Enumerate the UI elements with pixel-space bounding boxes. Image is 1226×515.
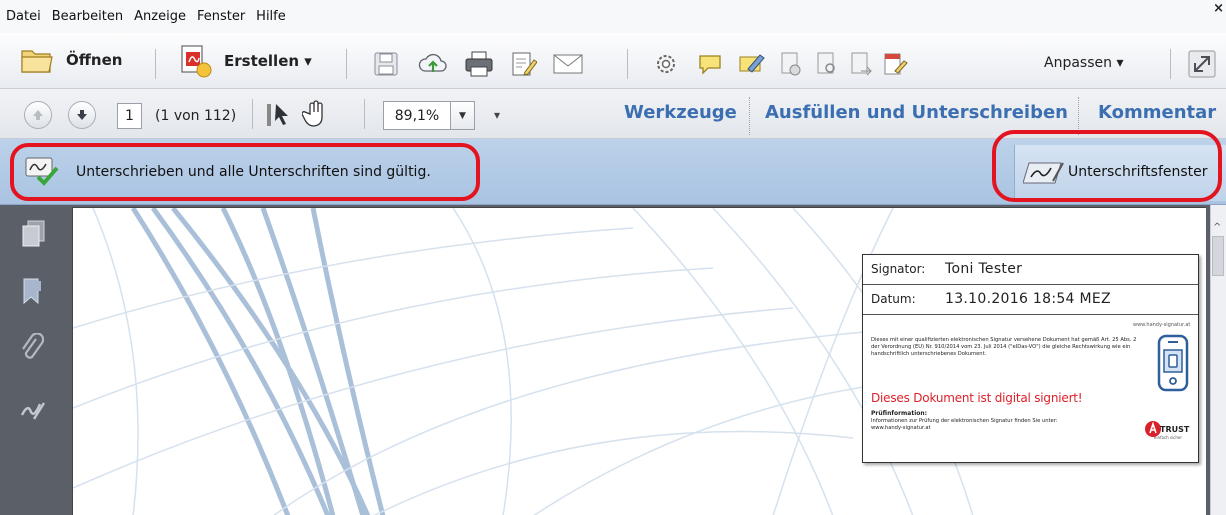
- toolbar-separator: [1170, 49, 1171, 79]
- open-button[interactable]: Öffnen: [20, 45, 122, 75]
- doc-tool-1-button[interactable]: [776, 48, 806, 80]
- print-button[interactable]: [462, 48, 496, 80]
- stamp-legal-text: Dieses mit einer qualifizierten elektron…: [871, 337, 1137, 357]
- hand-icon: [302, 100, 323, 127]
- stamp-signed-notice: Dieses Dokument ist digital signiert!: [871, 391, 1083, 405]
- doc-tool-2-button[interactable]: [812, 48, 842, 80]
- stamp-verification-text: Informationen zur Prüfung der elektronis…: [871, 418, 1058, 431]
- email-button[interactable]: [550, 48, 586, 80]
- customize-button[interactable]: Anpassen ▾: [1044, 55, 1123, 71]
- tab-separator: [749, 97, 750, 135]
- edit-document-icon: [512, 52, 537, 76]
- arrow-up-icon: [33, 110, 43, 120]
- menu-hilfe[interactable]: Hilfe: [256, 9, 286, 24]
- menu-datei[interactable]: Datei: [6, 9, 41, 24]
- highlight-button[interactable]: [736, 48, 768, 80]
- toolbar-separator: [627, 49, 628, 79]
- signatures-button[interactable]: [20, 399, 46, 427]
- stamp-signator-row: Signator: Toni Tester: [863, 255, 1198, 285]
- edit-button[interactable]: [506, 48, 540, 80]
- speech-bubble-icon: [699, 55, 721, 75]
- arrow-down-icon: [77, 110, 87, 120]
- save-button[interactable]: [370, 48, 402, 80]
- comment-button[interactable]: [694, 48, 726, 80]
- doc-tool-3-button[interactable]: [846, 48, 876, 80]
- highlighter-icon: [739, 54, 765, 73]
- menu-bar: Datei Bearbeiten Anzeige Fenster Hilfe ×: [0, 0, 1226, 33]
- stamp-signator-value: Toni Tester: [945, 261, 1023, 277]
- signature-panel-label: Unterschriftsfenster: [1068, 164, 1208, 180]
- tab-werkzeuge[interactable]: Werkzeuge: [624, 102, 737, 123]
- attachments-button[interactable]: [20, 332, 45, 367]
- bookmark-icon: [23, 278, 41, 305]
- tab-separator: [1078, 97, 1079, 135]
- signature-check-icon: [25, 157, 59, 186]
- page-count: (1 von 112): [155, 108, 237, 124]
- cloud-upload-icon: [418, 53, 447, 72]
- document-edit-icon: [884, 53, 908, 75]
- doc-tool-4-button[interactable]: [880, 48, 910, 80]
- document-lock-icon: [781, 52, 801, 76]
- pages-icon: [22, 220, 45, 247]
- toolbar-separator: [252, 99, 253, 129]
- menu-anzeige[interactable]: Anzeige: [134, 9, 186, 24]
- toolbar-separator: [364, 99, 365, 129]
- toolbar-separator: [346, 49, 347, 79]
- paperclip-icon: [22, 332, 45, 359]
- navigation-pane: [0, 205, 64, 515]
- select-tool-button[interactable]: [264, 98, 294, 132]
- stamp-signator-key: Signator:: [871, 262, 926, 276]
- previous-page-button[interactable]: [24, 101, 52, 129]
- expand-icon: [1188, 50, 1216, 78]
- fullscreen-button[interactable]: [1186, 48, 1218, 80]
- gear-icon: [657, 55, 675, 73]
- tab-kommentar[interactable]: Kommentar: [1098, 102, 1216, 123]
- stamp-date-key: Datum:: [871, 292, 916, 306]
- zoom-input[interactable]: 89,1%: [383, 101, 451, 130]
- toolbar-separator: [155, 49, 156, 79]
- signature-icon: [20, 402, 46, 420]
- signature-valid-badge: [24, 155, 60, 187]
- create-button[interactable]: Erstellen ▾: [178, 44, 312, 78]
- cloud-upload-button[interactable]: [416, 48, 450, 80]
- tab-ausfuellen-und-unterschreiben[interactable]: Ausfüllen und Unterschreiben: [765, 102, 1068, 123]
- menu-bearbeiten[interactable]: Bearbeiten: [52, 9, 123, 24]
- page-number-input[interactable]: 1: [117, 103, 142, 129]
- folder-icon: [21, 50, 53, 73]
- close-icon[interactable]: ×: [1213, 1, 1224, 16]
- more-tools-button[interactable]: ▾: [494, 108, 500, 122]
- stamp-date-value: 13.10.2016 18:54 MEZ: [945, 291, 1111, 307]
- signature-stamp: Signator: Toni Tester Datum: 13.10.2016 …: [862, 254, 1199, 463]
- zoom-dropdown-button[interactable]: ▼: [451, 101, 475, 130]
- mail-icon: [553, 54, 583, 74]
- page-thumbnails-button[interactable]: [20, 219, 46, 253]
- bookmarks-button[interactable]: [20, 277, 44, 311]
- create-pdf-icon: [181, 45, 212, 78]
- open-label: Öffnen: [66, 51, 123, 69]
- next-page-button[interactable]: [68, 101, 96, 129]
- signature-status-text: Unterschrieben und alle Unterschriften s…: [76, 164, 431, 180]
- settings-button[interactable]: [650, 48, 682, 80]
- create-label: Erstellen ▾: [224, 52, 312, 70]
- stamp-verification-heading: Prüfinformation:: [871, 410, 928, 417]
- save-icon: [374, 52, 398, 76]
- mobile-phone-icon: [1157, 334, 1189, 392]
- stamp-date-row: Datum: 13.10.2016 18:54 MEZ: [863, 285, 1198, 315]
- cursor-select-icon: [267, 104, 288, 126]
- trust-logo-subtext: einfach sicher: [1154, 435, 1183, 440]
- scrollbar-thumb[interactable]: [1212, 236, 1224, 276]
- scroll-up-icon[interactable]: ^: [1213, 222, 1221, 233]
- menu-fenster[interactable]: Fenster: [197, 9, 245, 24]
- signature-pen-icon: [1023, 162, 1064, 184]
- stamp-url: www.handy-signatur.at: [1133, 322, 1191, 328]
- printer-icon: [465, 51, 493, 77]
- document-export-icon: [851, 52, 872, 76]
- hand-tool-button[interactable]: [300, 98, 332, 132]
- document-search-icon: [817, 52, 835, 74]
- trust-logo-text: TRUST: [1160, 425, 1190, 434]
